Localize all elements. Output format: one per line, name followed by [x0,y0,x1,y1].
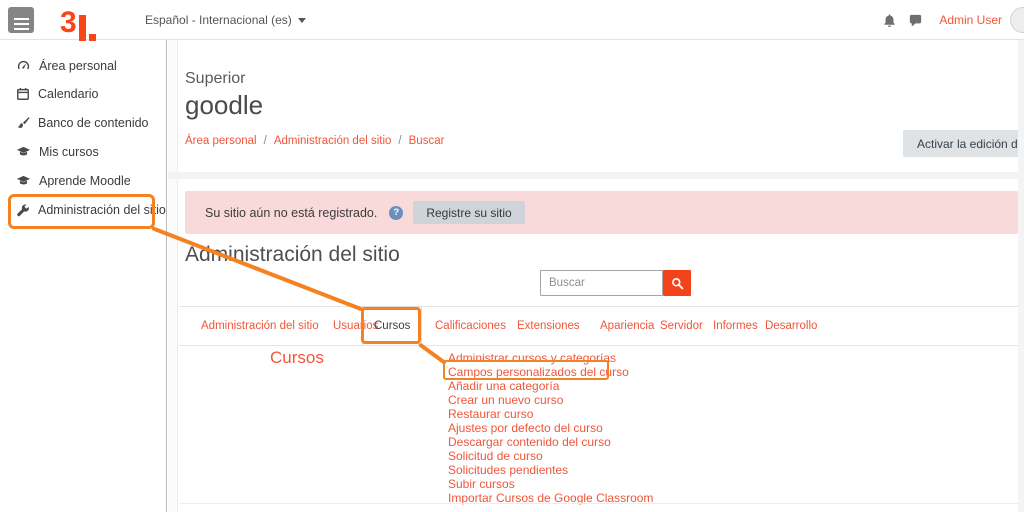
sidebar-item-label: Mis cursos [39,145,99,159]
bell-icon[interactable] [877,8,901,32]
category-label-cursos: Cursos [270,348,324,368]
breadcrumb-area-personal[interactable]: Área personal [185,135,257,147]
logo-dot-glyph [89,34,96,41]
admin-section-heading: Administración del sitio [185,243,400,267]
edit-blocks-button[interactable]: Activar la edición de bloques [903,130,1024,157]
avatar[interactable] [1010,7,1024,33]
page-title: goodle [185,90,263,121]
link-restaurar-curso[interactable]: Restaurar curso [448,407,653,421]
user-menu[interactable]: Admin User [939,13,1002,27]
breadcrumb-separator: / [264,135,267,147]
footer-divider [179,503,1018,504]
sidebar-item-label: Banco de contenido [38,116,149,130]
language-selector[interactable]: Español - Internacional (es) [145,13,306,27]
sidebar-item-label: Calendario [38,87,98,101]
tab-usuarios[interactable]: Usuarios [333,320,378,332]
link-solicitud-de-curso[interactable]: Solicitud de curso [448,449,653,463]
breadcrumb-separator: / [398,135,401,147]
nav-drawer: Área personal Calendario Banco de conten… [0,40,167,512]
sidebar-item-administracion-del-sitio[interactable]: Administración del sitio [16,203,166,217]
sidebar-item-aprende-moodle[interactable]: Aprende Moodle [16,173,131,188]
tabs-border-bottom [179,345,1018,346]
tabs-border-top [179,306,1018,307]
brush-icon [16,116,30,130]
sidebar-item-label: Administración del sitio [38,203,166,217]
breadcrumb-buscar[interactable]: Buscar [409,135,445,147]
menu-icon[interactable] [8,7,34,33]
caret-down-icon [298,18,306,23]
tab-informes[interactable]: Informes [713,320,758,332]
link-anadir-categoria[interactable]: Añadir una categoría [448,379,653,393]
course-category: Superior [185,70,245,88]
breadcrumb-administracion[interactable]: Administración del sitio [274,135,392,147]
sidebar-item-banco-de-contenido[interactable]: Banco de contenido [16,116,149,130]
link-solicitudes-pendientes[interactable]: Solicitudes pendientes [448,463,653,477]
site-logo[interactable]: 3 [60,6,96,36]
calendar-icon [16,87,30,101]
help-icon[interactable]: ? [389,206,403,220]
section-divider [168,172,1024,179]
register-site-button[interactable]: Registre su sitio [413,201,524,224]
tab-desarrollo[interactable]: Desarrollo [765,320,817,332]
tab-extensiones[interactable]: Extensiones [517,320,580,332]
chat-icon[interactable] [903,8,927,32]
link-crear-nuevo-curso[interactable]: Crear un nuevo curso [448,393,653,407]
wrench-icon [16,203,30,217]
logo-3-glyph: 3 [60,10,77,36]
sidebar-item-calendario[interactable]: Calendario [16,87,98,101]
link-administrar-cursos[interactable]: Administrar cursos y categorías [448,351,653,365]
logo-bar-glyph [79,15,86,41]
search-input[interactable] [540,270,663,296]
sidebar-item-area-personal[interactable]: Área personal [16,58,117,73]
tab-calificaciones[interactable]: Calificaciones [435,320,506,332]
sidebar-item-mis-cursos[interactable]: Mis cursos [16,144,99,159]
drawer-gutter [168,40,178,512]
dashboard-icon [16,58,31,73]
tab-apariencia[interactable]: Apariencia [600,320,654,332]
link-ajustes-por-defecto[interactable]: Ajustes por defecto del curso [448,421,653,435]
link-campos-personalizados[interactable]: Campos personalizados del curso [448,365,653,379]
registration-alert: Su sitio aún no está registrado. ? Regis… [185,191,1018,234]
moodle-admin-screen: 3 Español - Internacional (es) Admin Use… [0,0,1024,512]
search-icon [671,277,684,290]
search-button[interactable] [663,270,691,296]
sidebar-item-label: Aprende Moodle [39,174,131,188]
link-descargar-contenido[interactable]: Descargar contenido del curso [448,435,653,449]
link-subir-cursos[interactable]: Subir cursos [448,477,653,491]
language-label: Español - Internacional (es) [145,13,292,27]
top-navbar: 3 Español - Internacional (es) Admin Use… [0,0,1024,40]
alert-message: Su sitio aún no está registrado. [205,206,377,220]
sidebar-item-label: Área personal [39,59,117,73]
tab-cursos[interactable]: Cursos [374,320,410,332]
breadcrumb: Área personal / Administración del sitio… [185,135,444,147]
graduation-cap-icon [16,173,31,188]
graduation-cap-icon [16,144,31,159]
tab-administracion-del-sitio[interactable]: Administración del sitio [201,320,319,332]
tab-servidor[interactable]: Servidor [660,320,703,332]
admin-links-list: Administrar cursos y categorías Campos p… [448,351,653,505]
page-right-margin [1018,40,1024,512]
